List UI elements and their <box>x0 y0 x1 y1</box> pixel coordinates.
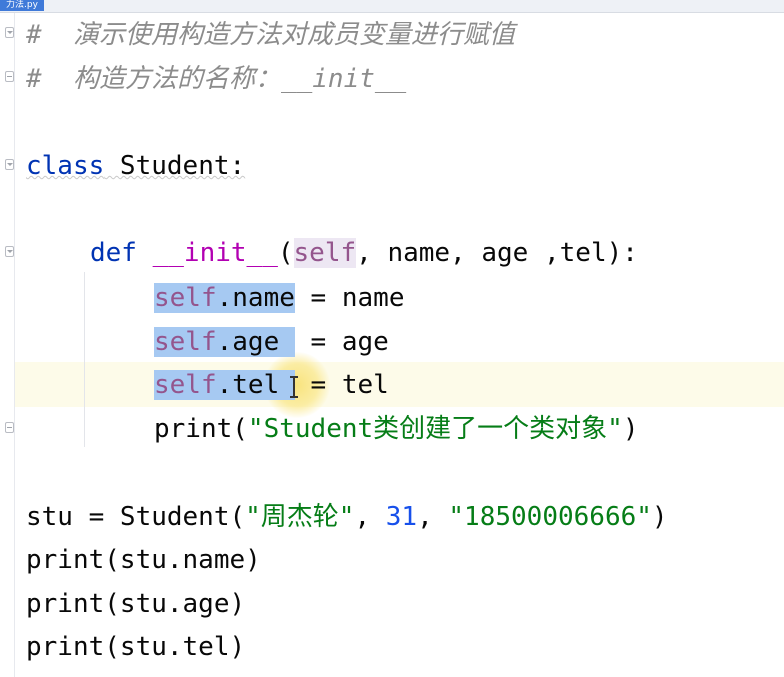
code-line-comment-2: # 构造方法的名称：__init__ <box>26 64 407 94</box>
code-line-print-class: print("Student类创建了一个类对象") <box>154 409 638 449</box>
fold-open-icon[interactable] <box>5 246 14 257</box>
selected-text: self.name <box>154 283 295 313</box>
comma: , <box>417 502 449 532</box>
fold-close-icon[interactable] <box>5 422 14 433</box>
selected-text: self.tel <box>154 370 295 400</box>
comma: , <box>354 502 386 532</box>
attr-tel: .tel <box>216 370 280 400</box>
assign-stu: stu = Student( <box>26 502 246 532</box>
param-list: , name, age ,tel): <box>356 238 638 268</box>
method-name: __init__ <box>152 238 278 268</box>
code-line-self-name: self.name = name <box>154 278 404 318</box>
attr-name: .name <box>216 283 295 313</box>
selected-text: self.age <box>154 327 295 357</box>
text-cursor-icon <box>290 376 298 398</box>
indent-guide <box>84 272 85 447</box>
keyword-def: def <box>90 238 137 268</box>
code-line-print-tel: print(stu.tel) <box>26 632 246 662</box>
editor-tab-bar: 力法.py <box>0 0 784 13</box>
assign-rest: = tel <box>294 370 389 400</box>
print-call: print( <box>154 414 248 444</box>
string-literal: "Student类创建了一个类对象" <box>247 414 623 444</box>
assign-rest: = age <box>294 327 389 357</box>
code-line-self-age: self.age = age <box>154 322 389 362</box>
self-ref: self <box>154 283 217 313</box>
arg-name: "周杰轮" <box>245 502 355 532</box>
self-ref: self <box>154 370 217 400</box>
arg-age: 31 <box>385 502 418 532</box>
close-paren: ) <box>651 502 668 532</box>
code-line-print-age: print(stu.age) <box>26 589 246 619</box>
assign-rest: = name <box>294 283 405 313</box>
close-paren: ) <box>622 414 639 444</box>
editor-gutter <box>0 13 15 677</box>
attr-age: .age <box>216 327 280 357</box>
code-line-self-tel: self.tel = tel <box>154 365 389 405</box>
code-line-class: class Student: <box>26 146 245 186</box>
param-self: self <box>293 238 357 268</box>
file-tab[interactable]: 力法.py <box>0 0 44 11</box>
code-line-def: def __init__(self, name, age ,tel): <box>90 233 638 273</box>
code-line-instantiate: stu = Student("周杰轮", 31, "18500006666") <box>26 497 668 537</box>
fold-open-icon[interactable] <box>5 159 14 170</box>
code-line-comment-1: # 演示使用构造方法对成员变量进行赋值 <box>26 20 515 50</box>
self-ref: self <box>154 327 217 357</box>
open-paren: ( <box>277 238 294 268</box>
fold-open-icon[interactable] <box>5 27 14 38</box>
keyword-class: class <box>26 151 105 181</box>
code-line-print-name: print(stu.name) <box>26 545 261 575</box>
current-line-highlight <box>15 362 784 407</box>
arg-tel: "18500006666" <box>448 502 652 532</box>
fold-close-icon[interactable] <box>5 71 14 82</box>
class-name: Student: <box>104 151 246 181</box>
